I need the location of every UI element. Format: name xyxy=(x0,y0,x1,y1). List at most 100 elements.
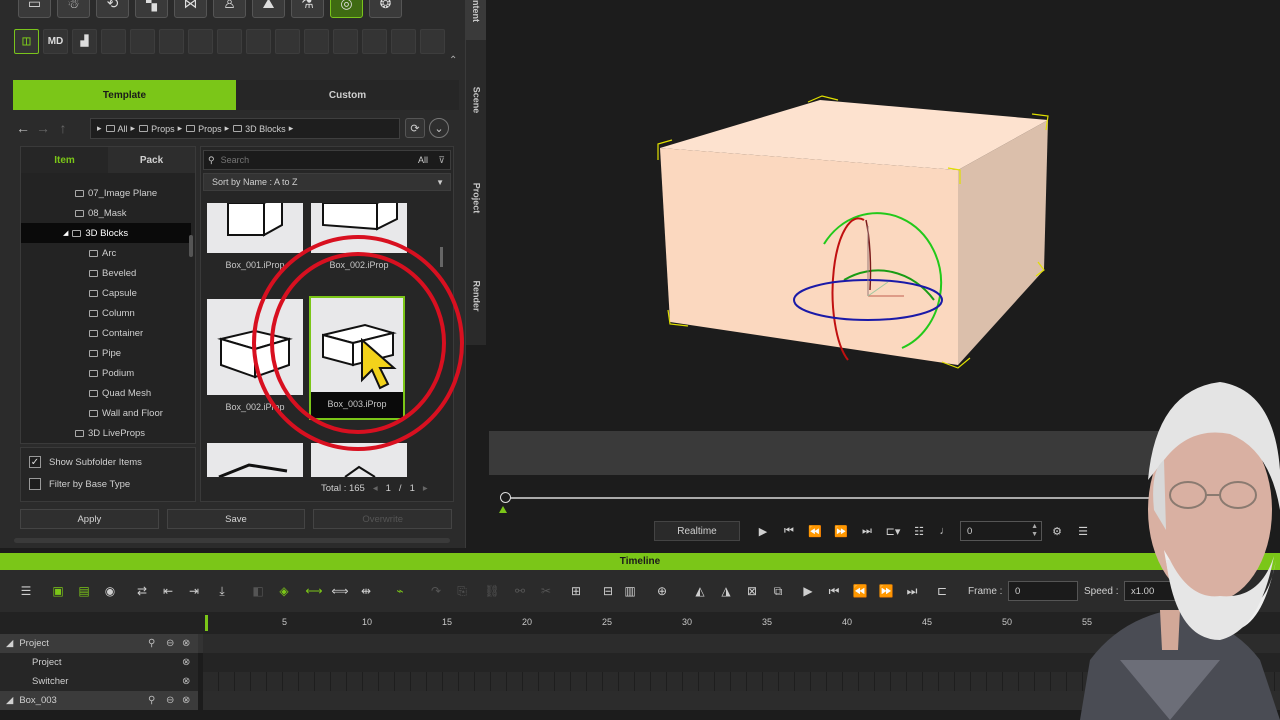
expand-arrow-icon[interactable]: ◢ xyxy=(6,638,13,649)
tab-item[interactable]: Item xyxy=(21,147,108,173)
tab-render[interactable]: Render xyxy=(466,248,486,344)
add-track-icon[interactable]: ⊞ xyxy=(568,583,584,599)
scale-icon[interactable]: ⊠ xyxy=(744,583,760,599)
pose-category-icon[interactable]: ♙ xyxy=(213,0,246,18)
tab-custom[interactable]: Custom xyxy=(236,80,459,110)
scrub-handle[interactable] xyxy=(500,492,511,503)
group-icon[interactable]: ⊟ xyxy=(600,583,616,599)
tl-loop-icon[interactable]: ⊏ xyxy=(934,583,950,599)
audio-icon[interactable]: ♩ xyxy=(934,521,956,541)
stage-category-icon[interactable]: ⋈ xyxy=(174,0,207,18)
expand-arrow-icon[interactable]: ◢ xyxy=(6,695,13,706)
zoom-icon[interactable]: ⊕ xyxy=(654,583,670,599)
link-icon[interactable]: ⛓ xyxy=(484,583,500,599)
filter-icon[interactable]: ⊽ xyxy=(438,155,445,166)
breadcrumb-item[interactable]: 3D Blocks ▸ xyxy=(233,123,293,134)
loop-icon[interactable]: ⊏▾ xyxy=(882,521,904,541)
tab-content[interactable]: Content xyxy=(466,0,486,40)
frame-input[interactable]: 0 ▲ ▼ xyxy=(960,521,1042,541)
effects-category-icon[interactable]: ❂ xyxy=(369,0,402,18)
tree-item[interactable]: 08_Mask xyxy=(21,203,191,223)
actor-category-icon[interactable]: ☃ xyxy=(57,0,90,18)
playhead[interactable] xyxy=(205,615,208,631)
panel-horizontal-scrollbar[interactable] xyxy=(14,538,450,543)
align-left-icon[interactable]: ⇤ xyxy=(160,583,176,599)
breadcrumb-item[interactable]: Props ▸ xyxy=(139,123,182,134)
tl-play-icon[interactable]: ▶ xyxy=(800,583,816,599)
insert-icon[interactable]: ⤓ xyxy=(214,583,230,599)
motion-category-icon[interactable]: ⟲ xyxy=(96,0,129,18)
back-arrow-icon[interactable]: ← xyxy=(13,120,33,136)
tree-item[interactable]: 3D LiveProps xyxy=(21,423,191,443)
motion-path-icon[interactable]: ⌁ xyxy=(392,583,408,599)
prev-page-icon[interactable]: ◂ xyxy=(373,483,378,494)
apply-button[interactable]: Apply xyxy=(20,509,159,529)
select-track-icon[interactable]: ▣ xyxy=(50,583,66,599)
tl-next-icon[interactable]: ⏩ xyxy=(878,583,894,599)
tree-item[interactable]: Beveled xyxy=(21,263,191,283)
copy-icon[interactable]: ⎘ xyxy=(454,583,470,599)
search-scope[interactable]: All xyxy=(418,155,428,165)
forward-arrow-icon[interactable]: → xyxy=(33,120,53,136)
breadcrumb-item[interactable]: All ▸ xyxy=(105,123,135,134)
swap-icon[interactable]: ⇄ xyxy=(134,583,150,599)
show-subfolder-option[interactable]: ✓ Show Subfolder Items xyxy=(29,456,142,468)
save-button[interactable]: Save xyxy=(166,509,306,529)
filter-base-option[interactable]: Filter by Base Type xyxy=(29,478,130,490)
tab-project[interactable]: Project xyxy=(466,150,486,246)
cut-icon[interactable]: ✂ xyxy=(538,583,554,599)
prev-frame-icon[interactable]: ⏪ xyxy=(804,521,826,541)
refresh-icon[interactable]: ⟳ xyxy=(405,118,425,138)
tree-item[interactable]: Podium xyxy=(21,363,191,383)
md-subcategory-icon[interactable]: MD xyxy=(43,29,68,54)
flip-icon[interactable]: ◭ xyxy=(692,583,708,599)
close-icon[interactable]: ⊗ xyxy=(182,638,190,649)
tl-last-icon[interactable]: ⏭ xyxy=(904,583,920,599)
unlink-icon[interactable]: ⚯ xyxy=(512,583,528,599)
show-subfolder-checkbox[interactable]: ✓ xyxy=(29,456,41,468)
tree-item[interactable]: Arc xyxy=(21,243,191,263)
tree-item[interactable]: Container xyxy=(21,323,191,343)
range-icon[interactable]: ⟷ xyxy=(305,583,322,599)
tree-item[interactable]: 07_Image Plane xyxy=(21,183,191,203)
tree-item[interactable]: Pipe xyxy=(21,343,191,363)
close-icon[interactable]: ⊗ xyxy=(182,676,190,687)
pin-icon[interactable]: ⚲ xyxy=(148,695,155,706)
redo-icon[interactable]: ↷ xyxy=(428,583,444,599)
eye-icon[interactable]: ◉ xyxy=(102,583,118,599)
tree-item[interactable]: Column xyxy=(21,303,191,323)
track-list-icon[interactable]: ☰ xyxy=(18,583,34,599)
tree-item[interactable]: Quad Mesh xyxy=(21,383,191,403)
close-icon[interactable]: ⊗ xyxy=(182,657,190,668)
menu-chevron-icon[interactable]: ⌄ xyxy=(429,118,449,138)
tree-scrollbar[interactable] xyxy=(189,235,193,257)
realtime-dropdown[interactable]: Realtime xyxy=(654,521,740,541)
mirror-icon[interactable]: ◮ xyxy=(718,583,734,599)
props-category-icon[interactable]: ⚗ xyxy=(291,0,324,18)
breadcrumb-expand-icon[interactable]: ▸ xyxy=(97,123,102,134)
show-tracks-icon[interactable]: ▤ xyxy=(76,583,92,599)
export-icon[interactable]: ⧉ xyxy=(770,583,786,599)
filter-base-checkbox[interactable] xyxy=(29,478,41,490)
prop-templates-icon[interactable]: ◎ xyxy=(330,0,363,18)
search-input[interactable] xyxy=(220,155,391,165)
tree-item[interactable]: Wall and Floor xyxy=(21,403,191,423)
tl-prev-icon[interactable]: ⏪ xyxy=(852,583,868,599)
tab-scene[interactable]: Scene xyxy=(466,52,486,148)
pin-icon[interactable]: ⚲ xyxy=(148,638,155,649)
expand-arrow-icon[interactable]: ◢ xyxy=(63,229,68,237)
set-category-icon[interactable]: ⛰ xyxy=(252,0,285,18)
tl-first-icon[interactable]: ⏮ xyxy=(826,583,842,599)
tree-item[interactable]: Capsule xyxy=(21,283,191,303)
subtitle-icon[interactable]: ☷ xyxy=(908,521,930,541)
key-icon[interactable]: ◈ xyxy=(276,583,292,599)
stretch-icon[interactable]: ⟺ xyxy=(331,583,348,599)
sort-dropdown[interactable]: Sort by Name : A to Z ▼ xyxy=(203,173,451,191)
accessory-category-icon[interactable]: ▚ xyxy=(135,0,168,18)
play-icon[interactable]: ▶ xyxy=(752,521,774,541)
first-frame-icon[interactable]: ⏮ xyxy=(778,521,800,541)
lock-icon[interactable]: ◧ xyxy=(250,583,266,599)
tree-item[interactable]: ◢ 3D Blocks xyxy=(21,223,191,243)
tab-template[interactable]: Template xyxy=(13,80,236,110)
project-category-icon[interactable]: ▭ xyxy=(18,0,51,18)
